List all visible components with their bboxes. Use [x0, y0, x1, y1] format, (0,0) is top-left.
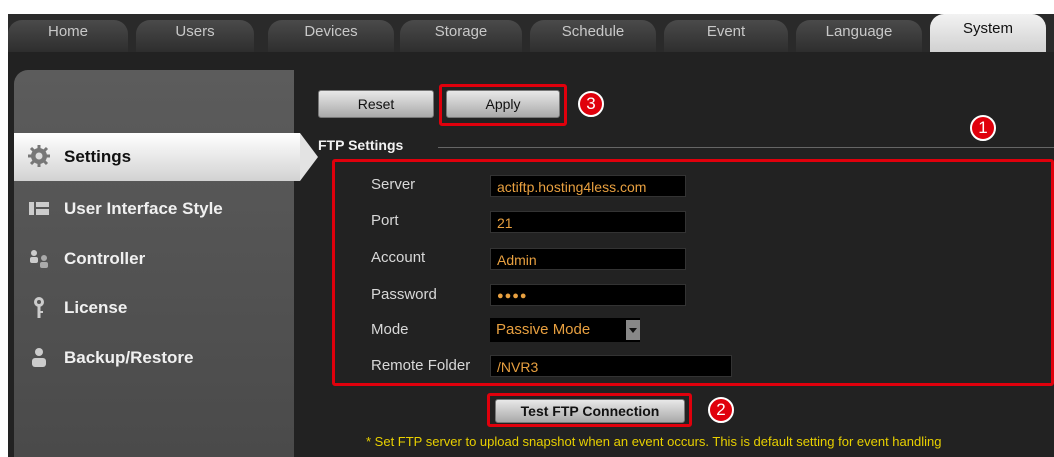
reset-button[interactable]: Reset — [318, 90, 434, 118]
ftp-settings-highlight-box — [332, 159, 1054, 386]
tab-event[interactable]: Event — [664, 20, 788, 52]
sidebar-item-settings[interactable]: Settings — [28, 140, 131, 174]
sidebar-item-controller[interactable]: Controller — [28, 242, 145, 276]
sidebar-item-label: Settings — [64, 147, 132, 166]
step-marker-2: 2 — [708, 397, 734, 423]
app-root: Home Users Devices Storage Schedule Even… — [0, 0, 1054, 457]
sidebar-item-license[interactable]: License — [28, 291, 127, 325]
section-divider — [438, 147, 1054, 148]
section-title: FTP Settings — [318, 137, 404, 153]
tab-devices[interactable]: Devices — [268, 20, 394, 52]
key-icon — [28, 296, 50, 318]
tab-users[interactable]: Users — [136, 20, 254, 52]
sidebar-item-user-interface-style[interactable]: User Interface Style — [28, 192, 223, 226]
sidebar-item-backup-restore[interactable]: Backup/Restore — [28, 341, 193, 375]
sidebar-item-label: Backup/Restore — [64, 348, 194, 367]
tab-schedule[interactable]: Schedule — [530, 20, 656, 52]
tab-home[interactable]: Home — [8, 20, 128, 52]
test-ftp-highlight-box — [487, 393, 692, 427]
gear-icon — [28, 144, 50, 167]
users-icon — [28, 247, 50, 269]
sidebar-item-label: License — [64, 298, 128, 317]
apply-highlight-box — [439, 84, 567, 126]
step-marker-3: 3 — [578, 91, 604, 117]
tab-system[interactable]: System — [930, 14, 1046, 54]
step-marker-1: 1 — [970, 115, 996, 141]
sidebar-item-label: Controller — [64, 249, 146, 268]
sidebar-item-label: User Interface Style — [64, 199, 223, 218]
help-note: * Set FTP server to upload snapshot when… — [366, 434, 942, 449]
user-backup-icon — [28, 346, 50, 368]
tab-language[interactable]: Language — [796, 20, 922, 52]
window-icon — [28, 197, 50, 219]
tab-storage[interactable]: Storage — [400, 20, 522, 52]
